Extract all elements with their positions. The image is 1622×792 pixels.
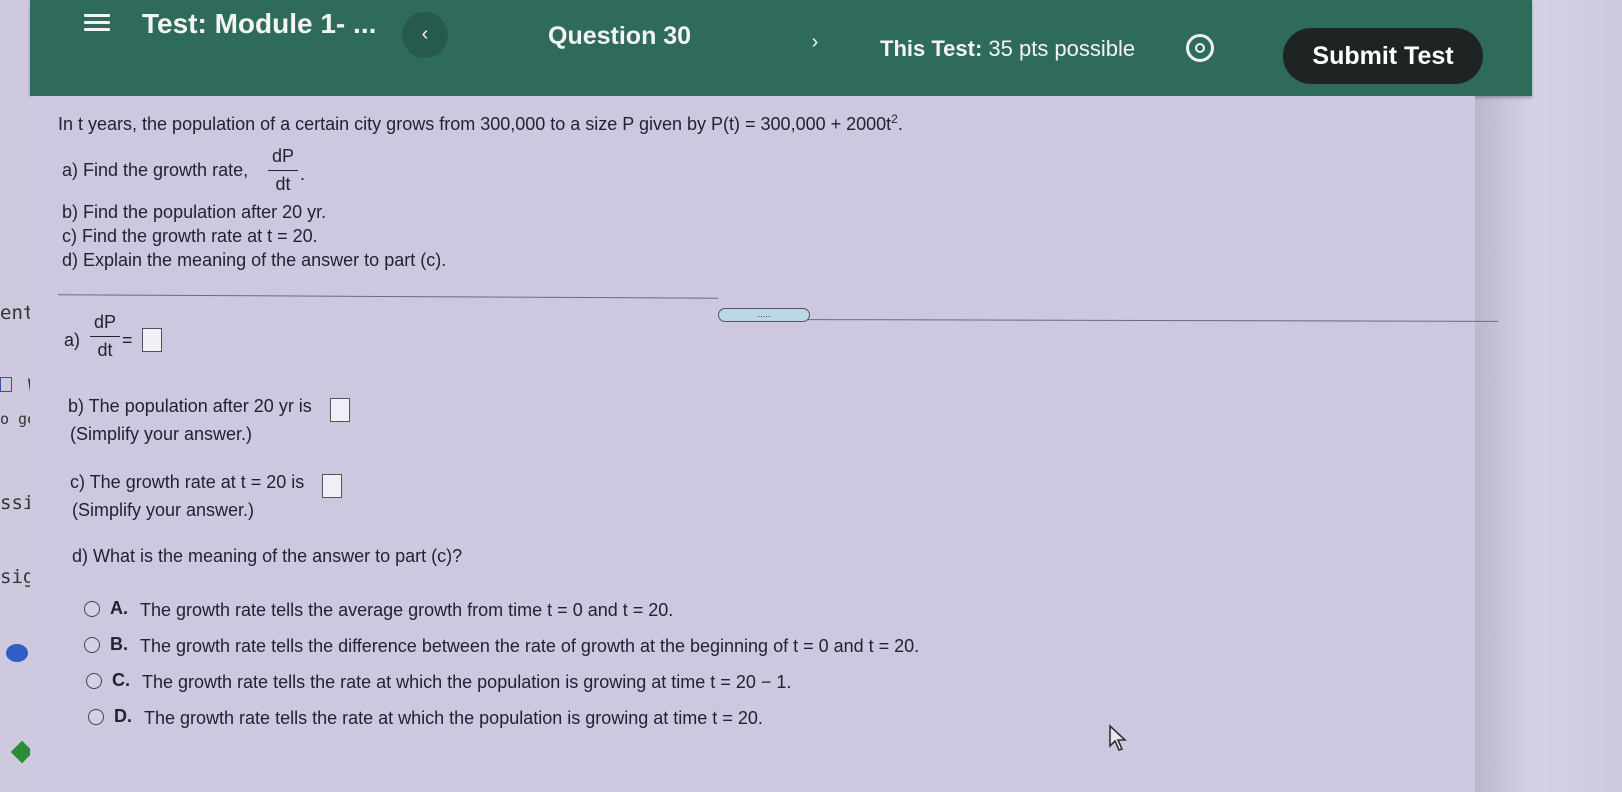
part-a-prompt: a) Find the growth rate,	[62, 160, 249, 180]
answer-a-input[interactable]	[142, 328, 162, 352]
option-b-letter: B.	[110, 634, 128, 654]
problem-intro-text: In t years, the population of a certain …	[58, 114, 892, 134]
part-b-prompt: b) Find the population after 20 yr.	[62, 202, 327, 222]
option-b-radio[interactable]	[84, 637, 100, 653]
test-title: Test: Module 1- ...	[142, 8, 377, 39]
part-c-prompt: c) Find the growth rate at t = 20.	[62, 226, 318, 246]
option-d-text[interactable]: The growth rate tells the rate at which …	[144, 708, 763, 729]
mouse-pointer-icon	[1109, 724, 1128, 751]
option-a-radio[interactable]	[84, 601, 100, 617]
points-label: This Test:	[880, 36, 983, 61]
fraction-denominator: dt	[97, 340, 113, 360]
period: .	[300, 164, 306, 184]
derivative-fraction: dP dt	[268, 146, 298, 195]
gear-icon[interactable]	[1186, 34, 1214, 62]
points-info: This Test: 35 pts possible	[880, 36, 1135, 62]
problem-intro: In t years, the population of a certain …	[58, 112, 903, 135]
background-square-icon	[0, 377, 12, 392]
background-dot-icon	[6, 644, 28, 662]
submit-test-button[interactable]: Submit Test	[1283, 28, 1483, 84]
equals-sign: =	[122, 330, 133, 350]
answer-b-note: (Simplify your answer.)	[70, 424, 253, 444]
option-c-text[interactable]: The growth rate tells the rate at which …	[142, 672, 791, 693]
fraction-numerator: dP	[93, 312, 117, 332]
part-d-prompt: d) Explain the meaning of the answer to …	[62, 250, 447, 270]
answer-a-label: a)	[64, 330, 81, 350]
answer-d-question: d) What is the meaning of the answer to …	[72, 546, 463, 566]
answer-c-input[interactable]	[322, 474, 342, 498]
question-number: Question 30	[548, 22, 692, 50]
option-b-text[interactable]: The growth rate tells the difference bet…	[140, 636, 919, 657]
option-a-letter: A.	[110, 598, 128, 618]
answer-c-note: (Simplify your answer.)	[72, 500, 255, 520]
exponent: 2	[891, 112, 898, 126]
option-a-text[interactable]: The growth rate tells the average growth…	[140, 600, 673, 621]
answer-c-text: c) The growth rate at t = 20 is	[70, 472, 305, 492]
divider-drag-handle[interactable]: .....	[718, 308, 810, 322]
option-c-radio[interactable]	[86, 673, 102, 689]
answer-a-fraction: dP dt	[90, 312, 120, 361]
option-d-letter: D.	[114, 706, 132, 726]
answer-b-input[interactable]	[330, 398, 350, 422]
option-d-radio[interactable]	[88, 709, 104, 725]
option-c-letter: C.	[112, 670, 130, 690]
points-value: 35 pts possible	[988, 36, 1136, 61]
background-window-strip	[0, 0, 34, 792]
next-question-button[interactable]: ›	[792, 20, 838, 66]
fraction-numerator: dP	[271, 146, 295, 166]
hamburger-menu-icon[interactable]	[84, 10, 110, 34]
period: .	[897, 114, 903, 134]
answer-b-text: b) The population after 20 yr is	[68, 396, 312, 416]
right-edge-strip	[1475, 0, 1622, 792]
previous-question-button[interactable]: ‹	[402, 12, 448, 58]
fraction-denominator: dt	[275, 174, 291, 194]
